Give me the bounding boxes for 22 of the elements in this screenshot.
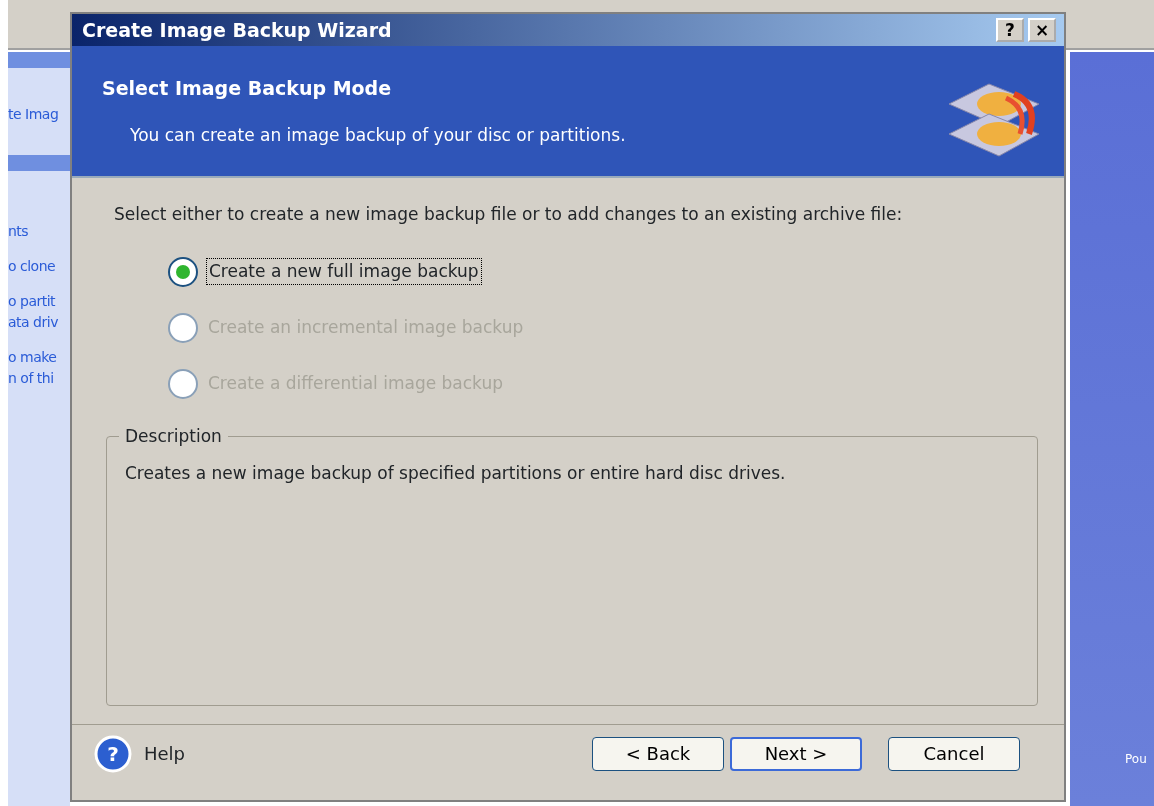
help-link[interactable]: Help <box>144 740 186 767</box>
sidebar-item[interactable]: nts <box>8 221 70 242</box>
help-button[interactable]: ? <box>996 18 1024 42</box>
sidebar-header-bar <box>8 52 70 68</box>
cancel-button[interactable]: Cancel <box>888 736 1020 771</box>
sidebar-item[interactable]: te Imag <box>8 104 70 125</box>
close-button[interactable]: × <box>1028 18 1056 42</box>
sidebar-item[interactable]: o make n of thi <box>8 347 70 389</box>
sidebar-header-bar <box>8 155 70 171</box>
instruction-text: Select either to create a new image backup file or to add changes to an existing archive file: <box>114 203 904 226</box>
radio-button[interactable] <box>168 256 198 287</box>
sidebar-item[interactable]: o partit ata driv <box>8 291 70 333</box>
description-text: Creates a new image backup of specified partitions or entire hard disc drives. <box>125 461 787 485</box>
header-title: Select Image Backup Mode <box>102 76 393 101</box>
back-button[interactable]: < Back <box>592 736 724 771</box>
option-label[interactable]: Create a new full image backup <box>206 257 482 286</box>
window-title: Create Image Backup Wizard <box>82 17 392 43</box>
header-subtitle: You can create an image backup of your disc or partitions. <box>130 123 626 147</box>
sidebar-item[interactable]: o clone <box>8 256 70 277</box>
corner-label: Pou <box>1125 751 1147 768</box>
help-icon[interactable]: ? <box>94 734 132 773</box>
next-button[interactable]: Next > <box>730 736 862 771</box>
